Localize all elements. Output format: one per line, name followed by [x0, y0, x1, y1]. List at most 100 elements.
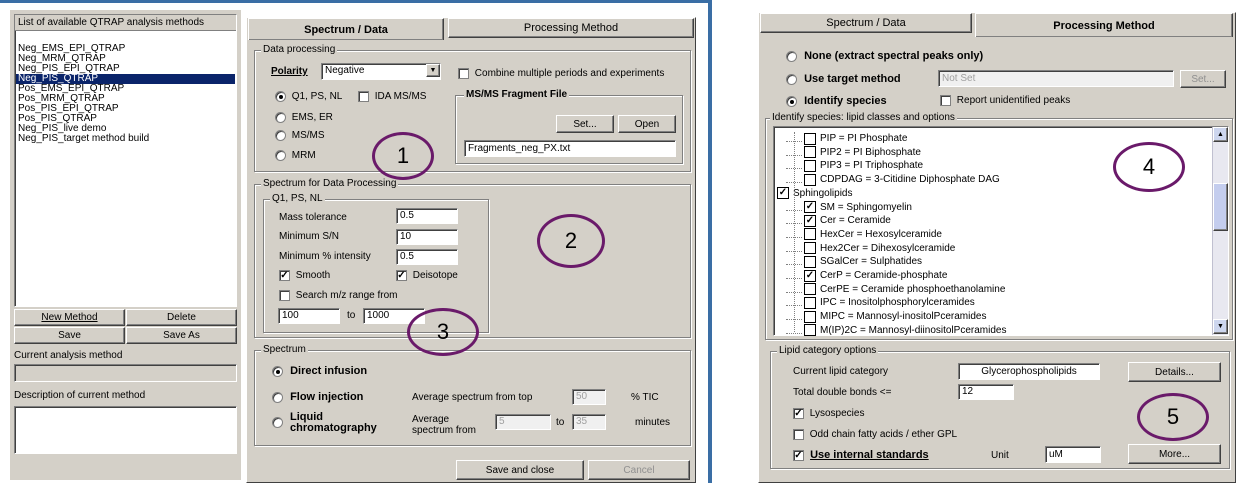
mode-ems-dot[interactable] — [275, 112, 286, 123]
details-button[interactable]: Details... — [1128, 362, 1221, 382]
tree-item[interactable]: PIP2 = PI Biphosphate — [786, 146, 921, 159]
combine-check[interactable] — [458, 68, 469, 79]
tree-item[interactable]: CerPE = Ceramide phosphoethanolamine — [786, 283, 1005, 296]
scroll-thumb[interactable] — [1213, 183, 1228, 231]
internal-std-check[interactable]: ✓ — [793, 449, 804, 461]
new-method-button[interactable]: New Method — [14, 309, 125, 326]
more-button[interactable]: More... — [1128, 444, 1221, 464]
tree-item[interactable]: ✓ SM = Sphingomyelin — [786, 201, 912, 214]
mode-msms-radio[interactable]: MS/MS — [275, 130, 325, 141]
list-item[interactable]: Neg_PIS_target method build — [16, 134, 235, 144]
tree-item-checkbox[interactable] — [804, 283, 816, 296]
min-intensity-field[interactable]: 0.5 — [396, 249, 458, 265]
ida-checkbox[interactable]: IDA MS/MS — [358, 91, 426, 102]
combine-checkbox[interactable]: Combine multiple periods and experiments — [458, 68, 664, 79]
fragment-open-button[interactable]: Open — [618, 115, 676, 133]
mode-ems-radio[interactable]: EMS, ER — [275, 112, 333, 123]
search-range-checkbox[interactable]: Search m/z range from — [279, 290, 398, 301]
tree-item[interactable]: Hex2Cer = Dihexosylceramide — [786, 242, 955, 255]
cancel-button[interactable]: Cancel — [588, 460, 690, 480]
odd-chain-checkbox[interactable]: Odd chain fatty acids / ether GPL — [793, 429, 957, 440]
smooth-checkbox[interactable]: ✓ Smooth — [279, 270, 330, 281]
avg-from-field[interactable]: 5 — [495, 414, 551, 430]
report-unidentified-check[interactable] — [940, 95, 951, 106]
smooth-check[interactable]: ✓ — [279, 270, 290, 281]
tab-spectrum-data[interactable]: Spectrum / Data — [248, 18, 444, 40]
current-category-field[interactable]: Glycerophospholipids — [958, 363, 1100, 380]
flow-injection-dot[interactable] — [272, 391, 283, 403]
tab-spectrum-data-right[interactable]: Spectrum / Data — [760, 13, 972, 33]
tree-item-checkbox[interactable] — [804, 173, 816, 186]
min-sn-field[interactable]: 10 — [396, 229, 458, 245]
target-field[interactable]: Not Set — [938, 70, 1174, 87]
tree-item-checkbox[interactable]: ✓ — [804, 201, 816, 213]
none-dot[interactable] — [786, 50, 797, 62]
tree-item-checkbox[interactable] — [804, 159, 816, 172]
mode-mrm-dot[interactable] — [275, 150, 286, 161]
double-bonds-field[interactable]: 12 — [958, 384, 1014, 400]
avg-to-field[interactable]: 35 — [572, 414, 606, 430]
internal-std-checkbox[interactable]: ✓ Use internal standards — [793, 449, 929, 461]
mode-msms-dot[interactable] — [275, 130, 286, 141]
identify-dot[interactable] — [786, 95, 797, 107]
mass-tolerance-field[interactable]: 0.5 — [396, 208, 458, 224]
tree-item[interactable]: MIPC = Mannosyl-inositolPceramides — [786, 310, 986, 323]
lysospecies-checkbox[interactable]: ✓ Lysospecies — [793, 408, 864, 419]
search-range-check[interactable] — [279, 290, 290, 301]
tree-item[interactable]: PIP3 = PI Triphosphate — [786, 159, 923, 172]
direct-infusion-dot[interactable] — [272, 365, 283, 377]
tab-processing-method[interactable]: Processing Method — [448, 18, 694, 38]
tree-item[interactable]: IPC = Inositolphosphorylceramides — [786, 296, 975, 309]
mode-q1-dot[interactable] — [275, 91, 286, 102]
deisotope-check[interactable]: ✓ — [396, 270, 407, 281]
mode-mrm-radio[interactable]: MRM — [275, 150, 316, 161]
lysospecies-check[interactable]: ✓ — [793, 408, 804, 419]
methods-list[interactable]: List of available QTRAP analysis methods… — [14, 14, 237, 307]
target-radio[interactable]: Use target method — [786, 73, 901, 85]
delete-button[interactable]: Delete — [126, 309, 237, 326]
tree-item-checkbox[interactable] — [804, 146, 816, 159]
polarity-select[interactable]: Negative ▼ — [321, 63, 441, 80]
identify-radio[interactable]: Identify species — [786, 95, 887, 107]
tree-scrollbar[interactable]: ▲ ▼ — [1212, 127, 1228, 335]
direct-infusion-radio[interactable]: Direct infusion — [272, 365, 367, 377]
save-close-button[interactable]: Save and close — [456, 460, 584, 480]
tree-item[interactable]: ✓ Sphingolipids — [777, 187, 853, 200]
liquid-chrom-radio[interactable] — [272, 417, 283, 428]
tree-item-checkbox[interactable]: ✓ — [804, 269, 816, 282]
report-unidentified-checkbox[interactable]: Report unidentified peaks — [940, 95, 1070, 106]
ida-check[interactable] — [358, 91, 369, 102]
tree-item-checkbox[interactable] — [804, 132, 816, 145]
tree-item-checkbox[interactable] — [804, 296, 816, 309]
tree-item-checkbox[interactable]: ✓ — [777, 187, 789, 200]
tree-item-checkbox[interactable] — [804, 324, 816, 337]
flow-injection-radio[interactable]: Flow injection — [272, 391, 363, 403]
target-set-button[interactable]: Set... — [1180, 70, 1226, 88]
current-method-field[interactable] — [14, 364, 237, 382]
tree-item-checkbox[interactable] — [804, 242, 816, 255]
tree-item-checkbox[interactable]: ✓ — [804, 214, 816, 227]
unit-field[interactable]: uM — [1045, 446, 1101, 463]
scroll-up-icon[interactable]: ▲ — [1213, 127, 1228, 142]
avg-from-top-field[interactable]: 50 — [572, 389, 606, 405]
mode-q1-radio[interactable]: Q1, PS, NL — [275, 91, 342, 102]
tab-processing-method-right[interactable]: Processing Method — [975, 13, 1233, 37]
tree-item[interactable]: CDPDAG = 3-Citidine Diphosphate DAG — [786, 173, 1000, 186]
fragment-file-field[interactable]: Fragments_neg_PX.txt — [464, 140, 676, 157]
save-button[interactable]: Save — [14, 327, 125, 344]
fragment-set-button[interactable]: Set... — [556, 115, 614, 133]
tree-item[interactable]: HexCer = Hexosylceramide — [786, 228, 942, 241]
tree-item-checkbox[interactable] — [804, 255, 816, 268]
tree-item[interactable]: M(IP)2C = Mannosyl-diinositolPceramides — [786, 324, 1006, 337]
target-dot[interactable] — [786, 73, 797, 85]
tree-item[interactable]: ✓ Cer = Ceramide — [786, 214, 891, 227]
tree-item-checkbox[interactable] — [804, 228, 816, 241]
save-as-button[interactable]: Save As — [126, 327, 237, 344]
range-from-field[interactable]: 100 — [278, 308, 340, 324]
tree-item-checkbox[interactable] — [804, 310, 816, 323]
description-field[interactable] — [14, 406, 237, 454]
scroll-down-icon[interactable]: ▼ — [1213, 319, 1228, 334]
tree-item[interactable]: PIP = PI Phosphate — [786, 132, 907, 145]
tree-item[interactable]: SGalCer = Sulphatides — [786, 255, 922, 268]
tree-item[interactable]: ✓ CerP = Ceramide-phosphate — [786, 269, 947, 282]
